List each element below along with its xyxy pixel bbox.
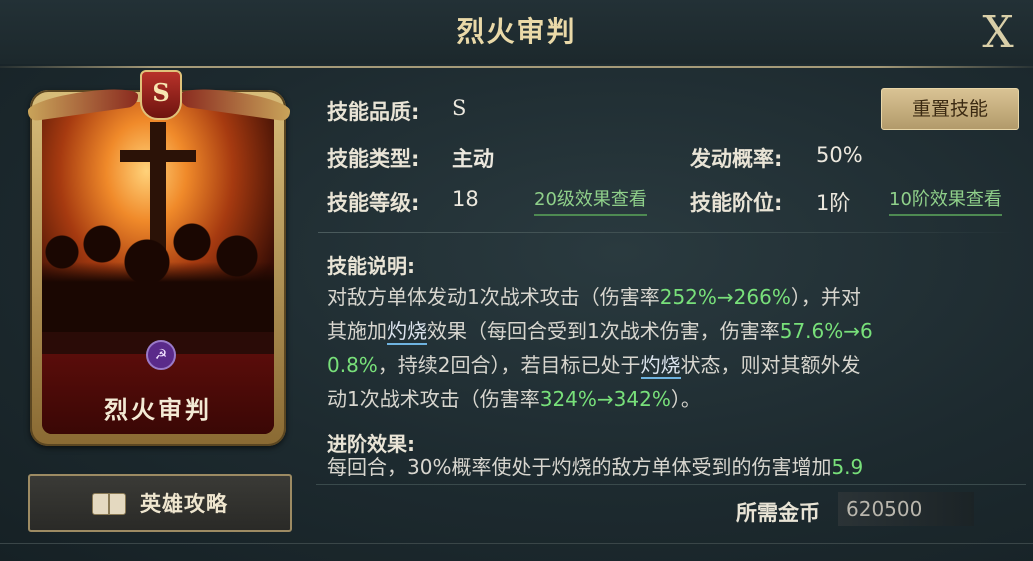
description-line-2: 其施加灼烧效果（每回合受到1次战术伤害，伤害率57.6%→6 — [327, 319, 873, 345]
tier-10-effect-link[interactable]: 10阶效果查看 — [889, 185, 1002, 216]
card-name: 烈火审判 — [104, 396, 212, 424]
description-line-3: 0.8%，持续2回合），若目标已处于灼烧状态，则对其额外发 — [327, 353, 861, 379]
description-text: 对敌方单体发动1次战术攻击（伤害率252%→266%），并对 其施加灼烧效果（每… — [327, 280, 997, 416]
right-wing-icon — [180, 84, 290, 122]
burn-keyword-link[interactable]: 灼烧 — [640, 353, 681, 379]
description-heading: 技能说明: — [327, 254, 415, 278]
reset-skill-button[interactable]: 重置技能 — [881, 88, 1019, 130]
tier-label: 技能阶位: — [690, 191, 783, 215]
damage-rate-value: 252%→266% — [659, 285, 791, 309]
page-title: 烈火审判 — [456, 15, 577, 48]
skill-card: ☭ 烈火审判 S — [22, 70, 296, 450]
cost-value: 620500 — [846, 497, 923, 521]
faction-emblem-icon: ☭ — [146, 340, 176, 370]
header-divider — [0, 66, 1033, 68]
level-20-effect-link[interactable]: 20级效果查看 — [534, 185, 647, 216]
quality-label: 技能品质: — [327, 100, 420, 124]
hero-guide-label: 英雄攻略 — [140, 492, 228, 516]
cost-label: 所需金币 — [736, 501, 820, 525]
chance-value: 50% — [816, 143, 863, 167]
level-label: 技能等级: — [327, 191, 420, 215]
section-divider — [318, 232, 1018, 233]
burn-rate-value: 57.6%→6 — [779, 319, 873, 343]
extra-damage-rate-value: 324%→342% — [539, 387, 671, 411]
close-button[interactable]: X — [970, 8, 1026, 58]
description-line-4: 动1次战术攻击（伤害率324%→342%）。 — [327, 387, 701, 411]
crowd-silhouette — [42, 222, 274, 332]
advance-divider — [316, 484, 1026, 485]
footer-divider — [0, 543, 1033, 544]
cross-bar — [120, 150, 196, 162]
advance-text: 每回合，30%概率使处于灼烧的敌方单体受到的伤害增加5.9 — [327, 456, 864, 478]
advance-heading: 进阶效果: — [327, 432, 415, 456]
left-wing-icon — [28, 84, 138, 122]
chance-label: 发动概率: — [690, 147, 783, 171]
book-icon — [92, 491, 126, 515]
type-label: 技能类型: — [327, 147, 420, 171]
description-line-1: 对敌方单体发动1次战术攻击（伤害率252%→266%），并对 — [327, 285, 861, 309]
quality-value: S — [452, 96, 467, 120]
burn-keyword-link[interactable]: 灼烧 — [387, 319, 427, 345]
tier-value: 1阶 — [816, 191, 851, 215]
type-value: 主动 — [452, 147, 494, 171]
grade-badge: S — [140, 70, 182, 120]
card-artwork — [42, 102, 274, 332]
hero-guide-button[interactable]: 英雄攻略 — [28, 474, 292, 532]
advance-text-clip: 每回合，30%概率使处于灼烧的敌方单体受到的伤害增加5.9 — [327, 456, 997, 478]
level-value: 18 — [452, 187, 479, 211]
card-inner: ☭ 烈火审判 — [42, 102, 274, 434]
